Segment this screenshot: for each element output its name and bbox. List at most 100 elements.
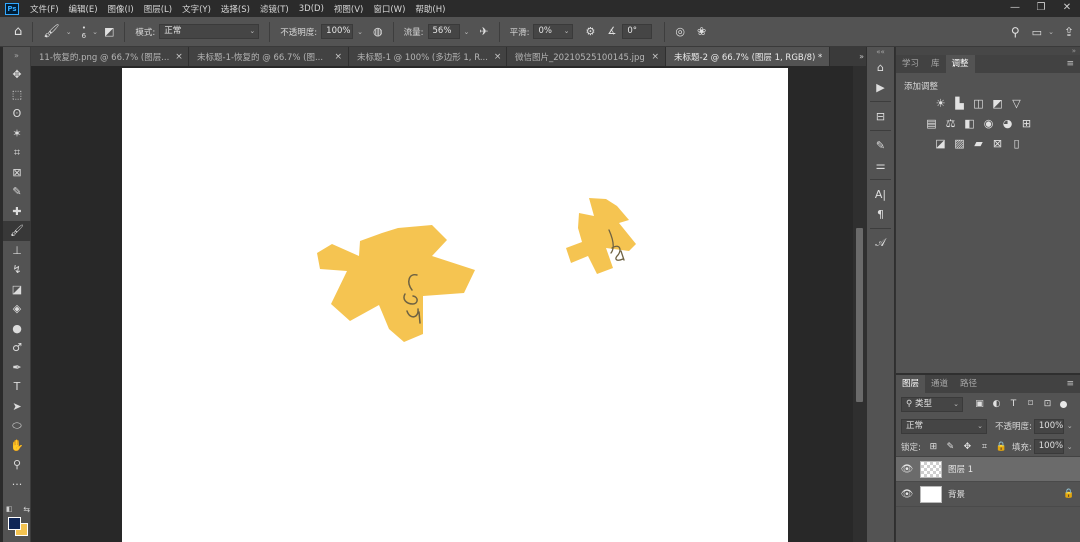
pressure-size-icon[interactable]: ◎ (669, 25, 691, 38)
adjustment-row3-3-icon[interactable]: ⊠ (988, 135, 1007, 151)
adjustment-row2-4-icon[interactable]: ◕ (998, 115, 1017, 131)
adjustment-row1-2-icon[interactable]: ◫ (969, 95, 988, 111)
doc-tab[interactable]: 未标题-1 @ 100% (多边形 1, R... × (349, 47, 507, 66)
close-icon[interactable]: × (828, 52, 829, 62)
marquee-tool-icon[interactable]: ⬚ (3, 85, 31, 105)
eye-icon[interactable]: 👁 (896, 489, 918, 500)
menu-3d[interactable]: 3D(D) (294, 4, 329, 14)
home-icon[interactable]: ⌂ (8, 24, 28, 39)
adjustment-row2-0-icon[interactable]: ▤ (922, 115, 941, 131)
tab-libraries[interactable]: 库 (925, 55, 946, 73)
tab-channels[interactable]: 通道 (925, 375, 954, 393)
filter-smart-object-icon[interactable]: ⊡ (1039, 399, 1056, 409)
layer-row[interactable]: 👁 背景 🔒 (896, 482, 1080, 507)
smoothing-input[interactable]: 0% ⌄ (533, 24, 574, 39)
menu-layer[interactable]: 图层(L) (139, 3, 177, 15)
close-icon[interactable]: × (175, 52, 183, 62)
chevron-down-icon[interactable]: ⌄ (1067, 422, 1073, 430)
lock-position-icon[interactable]: ✥ (959, 442, 976, 452)
doc-tab[interactable]: 未标题-1-恢复的 @ 66.7% (图... × (189, 47, 349, 66)
layer-row[interactable]: 👁 图层 1 (896, 457, 1080, 482)
mores-tool-icon[interactable]: ··· (3, 475, 31, 495)
lock-artboard-icon[interactable]: ⌗ (976, 442, 993, 452)
foreground-color-swatch[interactable] (8, 517, 21, 530)
magic-wand-tool-icon[interactable]: ✶ (3, 124, 31, 144)
adjustment-row2-2-icon[interactable]: ◧ (960, 115, 979, 131)
flow-input[interactable]: 56% (427, 24, 460, 39)
default-colors-icon[interactable]: ◧ (6, 505, 13, 513)
close-icon[interactable]: × (494, 52, 502, 62)
panel-collapse-icon[interactable]: » (896, 47, 1080, 55)
lock-all-icon[interactable]: 🔒 (993, 442, 1010, 452)
chevron-down-icon[interactable]: ⌄ (1048, 28, 1054, 36)
filter-pixel-icon[interactable]: ▣ (971, 399, 988, 409)
panel-menu-icon[interactable]: ≡ (1066, 375, 1074, 393)
brush-settings-icon[interactable]: ◩ (98, 25, 120, 38)
tab-learn[interactable]: 学习 (896, 55, 925, 73)
share-icon[interactable]: ⇪ (1058, 25, 1080, 39)
filter-toggle[interactable] (1060, 400, 1067, 408)
search-icon[interactable]: ⚲ (1005, 25, 1026, 39)
type-tool-icon[interactable]: T (3, 377, 31, 397)
menu-type[interactable]: 文字(Y) (177, 3, 216, 15)
tab-paths[interactable]: 路径 (954, 375, 983, 393)
mode-select[interactable]: 正常 ⌄ (159, 24, 260, 39)
canvas-workspace[interactable] (31, 66, 853, 542)
blur-tool-icon[interactable]: ● (3, 319, 31, 339)
tab-layers[interactable]: 图层 (896, 375, 926, 393)
filter-adjustment-icon[interactable]: ◐ (988, 399, 1005, 409)
minimize-button[interactable]: — (1002, 0, 1028, 17)
adjustment-row1-1-icon[interactable]: ▙ (950, 95, 969, 111)
brush-tool-icon[interactable]: 🖌 (3, 221, 31, 241)
chevron-down-icon[interactable]: ⌄ (1067, 443, 1073, 451)
menu-image[interactable]: 图像(I) (103, 3, 139, 15)
layer-opacity-input[interactable]: 100% (1033, 418, 1064, 434)
close-window-button[interactable]: ✕ (1054, 0, 1080, 17)
paragraph-icon[interactable]: ¶ (867, 204, 894, 224)
crop-tool-icon[interactable]: ⌗ (3, 143, 31, 163)
character-icon[interactable]: A| (867, 184, 894, 204)
workspace-icon[interactable]: ▭ (1026, 26, 1048, 39)
move-tool-icon[interactable]: ✥ (3, 65, 31, 85)
document-canvas[interactable] (122, 68, 788, 542)
symmetry-icon[interactable]: ❀ (691, 25, 712, 38)
swap-colors-icon[interactable]: ⇆ (23, 505, 30, 514)
doc-tab[interactable]: 微信图片_20210525100145.jpg × (507, 47, 666, 66)
zoom-tool-icon[interactable]: ⚲ (3, 455, 31, 475)
chevron-down-icon[interactable]: ⌄ (66, 28, 72, 36)
airbrush-icon[interactable]: ✈ (473, 25, 494, 38)
doc-tab-active[interactable]: 未标题-2 @ 66.7% (图层 1, RGB/8) * × (666, 47, 830, 66)
scrollbar-thumb[interactable] (856, 228, 863, 402)
eyedropper-tool-icon[interactable]: ✎ (3, 182, 31, 202)
pressure-opacity-icon[interactable]: ◍ (367, 25, 389, 38)
dodge-tool-icon[interactable]: ♂ (3, 338, 31, 358)
menu-view[interactable]: 视图(V) (329, 3, 368, 15)
filter-type-icon[interactable]: T (1005, 399, 1022, 409)
adjustment-row3-0-icon[interactable]: ◪ (931, 135, 950, 151)
shape-tool-icon[interactable]: ⬭ (3, 416, 31, 436)
menu-edit[interactable]: 编辑(E) (64, 3, 103, 15)
clone-stamp-tool-icon[interactable]: ⊥ (3, 241, 31, 261)
panel-collapse-icon[interactable]: «« (867, 47, 894, 57)
healing-brush-tool-icon[interactable]: ✚ (3, 202, 31, 222)
properties-icon[interactable]: ⊟ (867, 106, 894, 126)
adjustment-row1-0-icon[interactable]: ☀ (931, 95, 950, 111)
close-icon[interactable]: × (334, 52, 342, 62)
adjustment-row2-3-icon[interactable]: ◉ (979, 115, 998, 131)
menu-window[interactable]: 窗口(W) (368, 3, 410, 15)
blend-mode-select[interactable]: 正常 ⌄ (901, 418, 987, 434)
tab-overflow-icon[interactable]: » (859, 47, 864, 66)
lock-image-icon[interactable]: ✎ (942, 442, 959, 452)
hand-tool-icon[interactable]: ✋ (3, 436, 31, 456)
restore-button[interactable]: ❐ (1028, 0, 1054, 17)
fill-input[interactable]: 100% (1033, 439, 1064, 454)
lock-transparent-icon[interactable]: ⊞ (925, 442, 942, 452)
doc-tab[interactable]: 11-恢复的.png @ 66.7% (图层... × (31, 47, 189, 66)
path-selection-tool-icon[interactable]: ➤ (3, 397, 31, 417)
opacity-input[interactable]: 100% (321, 24, 354, 39)
vertical-scrollbar[interactable] (853, 66, 866, 542)
adjustment-row3-4-icon[interactable]: ▯ (1007, 135, 1026, 151)
angle-input[interactable]: 0° (622, 24, 653, 39)
brush-settings-icon[interactable]: ✎ (867, 135, 894, 155)
adjustment-row2-5-icon[interactable]: ⊞ (1017, 115, 1036, 131)
